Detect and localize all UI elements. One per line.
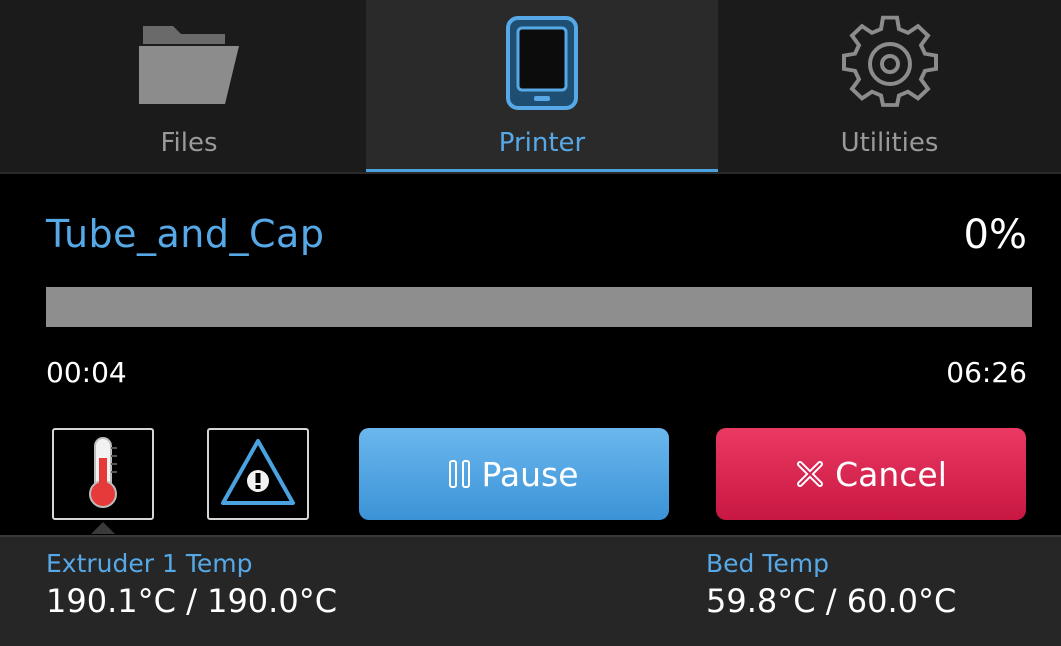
gear-icon <box>840 14 940 118</box>
progress-percent: 0% <box>963 212 1027 258</box>
extruder-temp-title: Extruder 1 Temp <box>46 549 253 578</box>
extruder-temp-block: Extruder 1 Temp 190.1°C / 190.0°C <box>46 549 337 623</box>
progress-bar <box>46 287 1032 327</box>
elapsed-time: 00:04 <box>46 356 127 389</box>
job-name: Tube_and_Cap <box>46 212 325 256</box>
alert-button[interactable] <box>207 428 309 520</box>
tab-files-label: Files <box>160 128 218 158</box>
temperature-button[interactable] <box>52 428 154 520</box>
close-icon <box>795 459 825 489</box>
folder-icon <box>133 14 245 114</box>
tab-files[interactable]: Files <box>12 0 366 172</box>
pause-button[interactable]: Pause <box>359 428 669 520</box>
bed-temp-block: Bed Temp 59.8°C / 60.0°C <box>706 549 956 623</box>
bed-temp-value: 59.8°C / 60.0°C <box>706 582 957 620</box>
tab-bar: Files Printer Utilities <box>0 0 1061 174</box>
warning-icon <box>219 437 297 511</box>
tab-utilities-label: Utilities <box>840 128 939 158</box>
cancel-button[interactable]: Cancel <box>716 428 1026 520</box>
bed-temp-title: Bed Temp <box>706 549 829 578</box>
selection-pointer <box>91 522 115 534</box>
extruder-temp-value: 190.1°C / 190.0°C <box>46 582 338 620</box>
temperature-panel: Extruder 1 Temp 190.1°C / 190.0°C Bed Te… <box>0 535 1061 646</box>
pause-label: Pause <box>481 454 579 494</box>
tab-printer-label: Printer <box>498 128 586 158</box>
tab-printer[interactable]: Printer <box>366 0 718 172</box>
tab-utilities[interactable]: Utilities <box>718 0 1061 172</box>
printer-icon <box>504 14 580 118</box>
cancel-label: Cancel <box>835 454 947 494</box>
total-time: 06:26 <box>946 356 1027 389</box>
pause-icon <box>449 460 471 488</box>
thermometer-icon <box>83 434 123 514</box>
